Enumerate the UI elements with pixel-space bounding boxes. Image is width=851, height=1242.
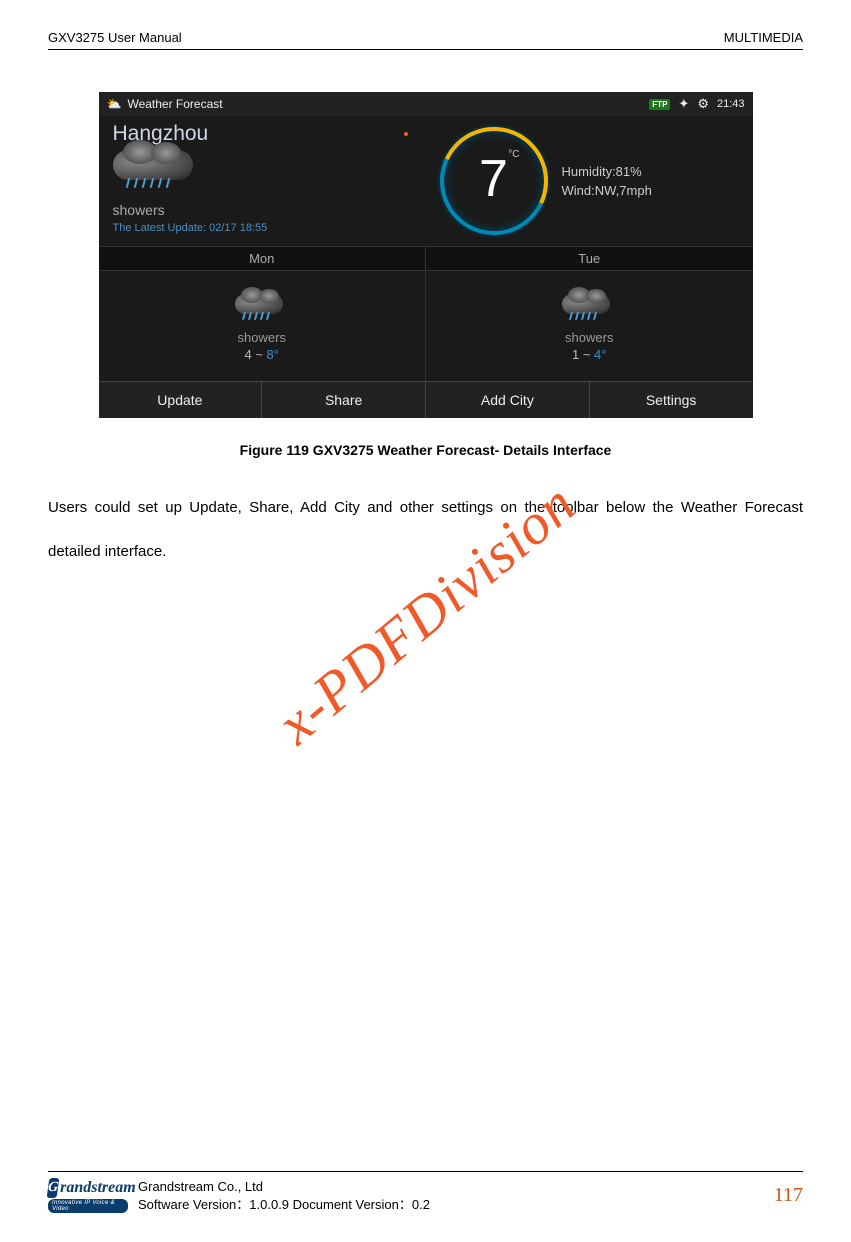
city-name: Hangzhou: [113, 122, 412, 146]
forecast-day-1: Mon: [99, 247, 427, 270]
header-right: MULTIMEDIA: [724, 30, 803, 45]
current-weather-icon: [113, 150, 203, 200]
clock-time: 21:43: [717, 98, 745, 110]
footer-company: Grandstream Co., Ltd: [138, 1178, 430, 1196]
forecast-1-temp: 4 ~ 8°: [245, 347, 279, 362]
share-button[interactable]: Share: [262, 382, 426, 418]
footer-version: Software Version：1.0.0.9 Document Versio…: [138, 1196, 430, 1214]
page-number: 117: [774, 1184, 803, 1207]
current-weather-panel: Hangzhou showers The Latest Update: 02/1…: [99, 116, 753, 246]
forecast-cell-2: showers 1 ~ 4°: [426, 271, 753, 381]
body-paragraph: Users could set up Update, Share, Add Ci…: [48, 486, 803, 573]
temperature-gauge: 7 °C: [440, 127, 548, 235]
forecast-2-temp: 1 ~ 4°: [572, 347, 606, 362]
page-footer: Grandstream Innovative IP Voice & Video …: [48, 1171, 803, 1214]
weather-screenshot: ⛅ Weather Forecast FTP ✦ ⚙ 21:43 Hangzho…: [99, 92, 753, 418]
settings-icon: ⚙: [697, 96, 709, 112]
settings-button[interactable]: Settings: [590, 382, 753, 418]
last-update-label: The Latest Update: 02/17 18:55: [113, 222, 412, 234]
cloud-icon: ⛅: [107, 97, 122, 111]
temperature-unit: °C: [508, 149, 519, 160]
forecast-1-condition: showers: [238, 330, 286, 345]
page-header: GXV3275 User Manual MULTIMEDIA: [48, 30, 803, 50]
forecast-cell-1: showers 4 ~ 8°: [99, 271, 427, 381]
humidity-label: Humidity:81%: [562, 162, 652, 182]
header-left: GXV3275 User Manual: [48, 30, 182, 45]
weather-toolbar: Update Share Add City Settings: [99, 381, 753, 418]
ftp-badge: FTP: [649, 99, 670, 110]
figure-caption: Figure 119 GXV3275 Weather Forecast- Det…: [48, 442, 803, 458]
star-icon: ✦: [678, 96, 689, 112]
current-condition: showers: [113, 202, 412, 218]
forecast-row: showers 4 ~ 8° showers 1 ~ 4°: [99, 271, 753, 381]
rain-icon: [235, 294, 289, 326]
grandstream-logo: Grandstream Innovative IP Voice & Video: [48, 1178, 128, 1214]
indicator-dot: [404, 132, 408, 136]
rain-icon: [562, 294, 616, 326]
add-city-button[interactable]: Add City: [426, 382, 590, 418]
update-button[interactable]: Update: [99, 382, 263, 418]
forecast-2-condition: showers: [565, 330, 613, 345]
app-title: Weather Forecast: [127, 97, 222, 111]
forecast-day-2: Tue: [426, 247, 753, 270]
wind-label: Wind:NW,7mph: [562, 181, 652, 201]
status-bar: ⛅ Weather Forecast FTP ✦ ⚙ 21:43: [99, 92, 753, 116]
forecast-day-header: Mon Tue: [99, 246, 753, 271]
